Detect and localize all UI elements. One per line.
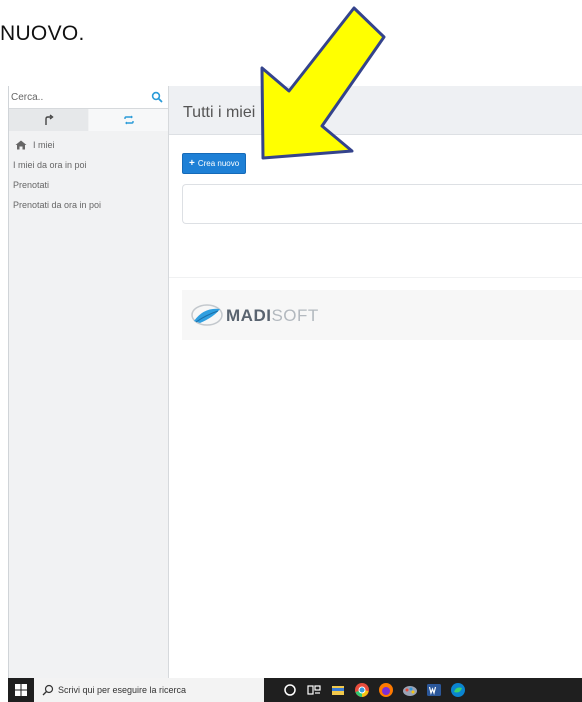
sidebar-item-label: Prenotati da ora in poi bbox=[13, 200, 102, 210]
edge-icon[interactable] bbox=[450, 682, 466, 698]
madisoft-logo-icon bbox=[191, 304, 223, 326]
sidebar-item-i-miei[interactable]: I miei bbox=[9, 135, 168, 155]
sidebar-item-label: I miei bbox=[33, 140, 55, 150]
taskbar: Scrivi qui per eseguire la ricerca bbox=[8, 678, 582, 702]
document-text: NUOVO. bbox=[0, 22, 85, 45]
home-icon bbox=[15, 140, 27, 150]
taskbar-search[interactable]: Scrivi qui per eseguire la ricerca bbox=[34, 678, 264, 702]
main-content: Tutti i miei qui + Crea nuovo MADISOFT bbox=[169, 86, 582, 678]
sidebar-item-label: Prenotati bbox=[13, 180, 50, 190]
create-new-label: Crea nuovo bbox=[197, 159, 240, 168]
page-header: Tutti i miei qui bbox=[169, 86, 582, 135]
search-icon[interactable] bbox=[151, 91, 163, 103]
sidebar-item-label: I miei da ora in poi bbox=[13, 160, 87, 170]
chrome-icon[interactable] bbox=[354, 682, 370, 698]
sidebar-item-i-miei-da-ora-in-poi[interactable]: I miei da ora in poi bbox=[9, 155, 168, 175]
task-view-icon[interactable] bbox=[306, 682, 322, 698]
search-icon bbox=[42, 684, 54, 696]
tab-share[interactable] bbox=[9, 109, 88, 131]
logo-text-bold: MADI bbox=[226, 306, 272, 325]
share-icon bbox=[44, 114, 54, 125]
sidebar-tabs bbox=[9, 109, 168, 131]
file-explorer-icon[interactable] bbox=[330, 682, 346, 698]
sidebar-menu: I miei I miei da ora in poi Prenotati Pr… bbox=[9, 135, 168, 215]
create-new-button[interactable]: + Crea nuovo bbox=[182, 153, 247, 174]
search-input[interactable] bbox=[11, 89, 141, 105]
content-panel bbox=[182, 184, 582, 224]
page-title: Tutti i miei qui bbox=[183, 104, 322, 121]
start-button[interactable] bbox=[8, 678, 34, 702]
tab-refresh[interactable] bbox=[89, 109, 168, 131]
divider bbox=[169, 277, 582, 278]
refresh-icon bbox=[123, 115, 134, 125]
taskbar-search-placeholder: Scrivi qui per eseguire la ricerca bbox=[58, 685, 187, 695]
plus-icon: + bbox=[189, 158, 195, 169]
sidebar-item-prenotati-da-ora-in-poi[interactable]: Prenotati da ora in poi bbox=[9, 195, 168, 215]
logo-text: MADISOFT bbox=[226, 306, 319, 326]
firefox-icon[interactable] bbox=[378, 682, 394, 698]
cortana-icon[interactable] bbox=[282, 682, 298, 698]
app-window: I miei I miei da ora in poi Prenotati Pr… bbox=[8, 86, 582, 678]
paint-icon[interactable] bbox=[402, 682, 418, 698]
windows-icon bbox=[15, 684, 27, 696]
logo-text-light: SOFT bbox=[271, 306, 319, 325]
search-bar bbox=[9, 86, 168, 109]
sidebar: I miei I miei da ora in poi Prenotati Pr… bbox=[9, 86, 169, 678]
logo-banner: MADISOFT bbox=[182, 290, 582, 340]
sidebar-item-prenotati[interactable]: Prenotati bbox=[9, 175, 168, 195]
word-icon[interactable] bbox=[426, 682, 442, 698]
